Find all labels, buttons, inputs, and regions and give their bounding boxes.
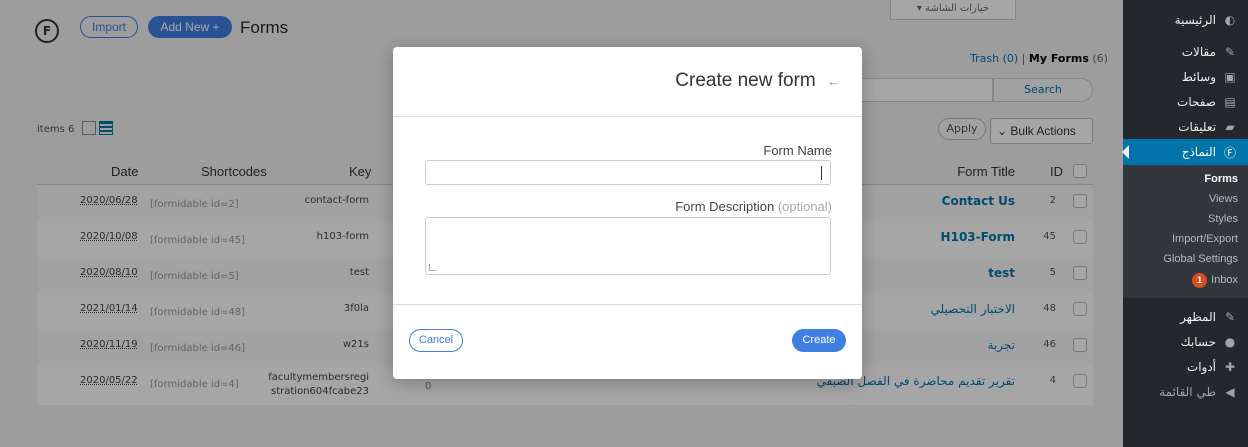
- sidebar-item-label: النماذج: [1181, 145, 1216, 159]
- sidebar-item-label: مقالات: [1181, 44, 1216, 59]
- sidebar-item-dashboard[interactable]: ◐ الرئيسية: [1123, 7, 1248, 32]
- submenu-inbox-label: Inbox: [1211, 274, 1238, 286]
- resize-handle-icon[interactable]: [429, 264, 436, 271]
- form-name-input[interactable]: [425, 160, 831, 185]
- modal-header: Create new form ←: [393, 47, 862, 117]
- submenu-global-settings[interactable]: Global Settings: [1123, 249, 1248, 269]
- sidebar-item-media[interactable]: ▣ وسائط: [1123, 64, 1248, 89]
- inbox-badge: 1: [1192, 273, 1208, 288]
- submenu-views[interactable]: Views: [1123, 189, 1248, 209]
- user-icon: ●: [1224, 334, 1236, 349]
- pin-icon: ✎: [1224, 44, 1236, 59]
- forms-submenu: Forms Views Styles Import/Export Global …: [1123, 165, 1248, 298]
- submenu-styles[interactable]: Styles: [1123, 209, 1248, 229]
- sidebar-item-posts[interactable]: ✎ مقالات: [1123, 39, 1248, 64]
- form-name-label: Form Name: [763, 143, 832, 158]
- sidebar-item-appearance[interactable]: ✎ المظهر: [1123, 304, 1248, 329]
- sidebar-item-forms[interactable]: Ⓕ النماذج: [1122, 139, 1248, 165]
- sidebar-item-label: أدوات: [1186, 359, 1216, 374]
- formidable-icon: Ⓕ: [1224, 145, 1237, 160]
- modal-title-text: Create new form: [675, 70, 816, 91]
- sidebar-item-label: حسابك: [1180, 334, 1216, 349]
- comment-icon: ▰: [1225, 119, 1235, 134]
- sidebar-item-label: تعليقات: [1178, 119, 1216, 134]
- optional-hint: (optional): [777, 199, 832, 214]
- submenu-inbox[interactable]: 1 Inbox: [1123, 269, 1248, 292]
- modal-footer: Cancel Create: [393, 304, 862, 379]
- create-form-modal: Create new form ← Form Name Form Descrip…: [393, 47, 862, 379]
- appearance-icon: ✎: [1224, 309, 1236, 324]
- media-icon: ▣: [1224, 69, 1236, 84]
- form-description-label: Form Description (optional): [675, 199, 832, 214]
- collapse-icon: ◀: [1225, 384, 1235, 399]
- page-icon: ▤: [1224, 94, 1236, 109]
- sidebar-item-label: وسائط: [1181, 69, 1216, 84]
- sidebar-item-pages[interactable]: ▤ صفحات: [1123, 89, 1248, 114]
- form-description-label-text: Form Description: [675, 199, 775, 214]
- submenu-import-export[interactable]: Import/Export: [1123, 229, 1248, 249]
- tools-icon: ✚: [1224, 359, 1236, 374]
- sidebar-item-tools[interactable]: ✚ أدوات: [1123, 354, 1248, 379]
- dashboard-icon: ◐: [1224, 12, 1236, 27]
- sidebar-collapse-menu[interactable]: ◀ طي القائمة: [1123, 379, 1248, 404]
- sidebar-item-label: الرئيسية: [1174, 12, 1216, 27]
- back-arrow-icon[interactable]: ←: [827, 74, 840, 89]
- form-description-textarea[interactable]: [425, 217, 831, 275]
- sidebar-item-label: طي القائمة: [1159, 384, 1216, 399]
- cancel-button[interactable]: Cancel: [409, 329, 463, 352]
- sidebar-item-label: المظهر: [1180, 309, 1216, 324]
- main-content: F Import Add New + Forms خيارات الشاشة ▾…: [0, 0, 1123, 447]
- text-caret: [821, 166, 822, 180]
- sidebar-item-profile[interactable]: ● حسابك: [1123, 329, 1248, 354]
- submenu-forms[interactable]: Forms: [1123, 169, 1248, 189]
- sidebar-item-comments[interactable]: ▰ تعليقات: [1123, 114, 1248, 139]
- admin-sidebar: ◐ الرئيسية ✎ مقالات ▣ وسائط ▤ صفحات ▰ تع…: [1122, 0, 1248, 447]
- sidebar-item-label: صفحات: [1177, 94, 1216, 109]
- create-button[interactable]: Create: [792, 329, 846, 352]
- modal-title: Create new form ←: [675, 70, 840, 92]
